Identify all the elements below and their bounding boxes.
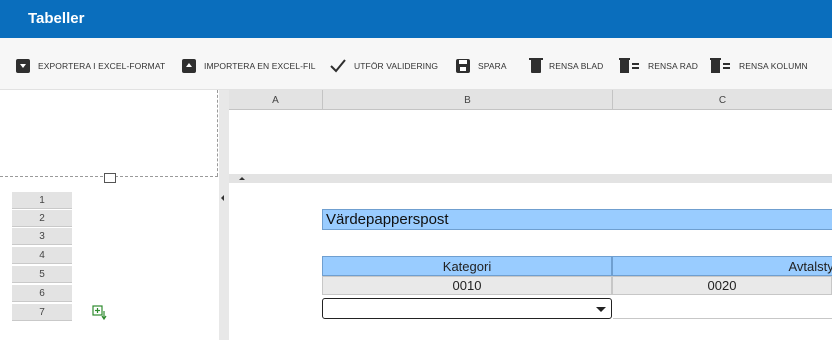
clear-sheet-label: RENSA BLAD <box>549 61 604 71</box>
upload-box-icon <box>182 59 196 73</box>
clear-column-label: RENSA KOLUMN <box>739 61 808 71</box>
column-header-a[interactable]: A <box>229 90 323 110</box>
export-excel-label: EXPORTERA I EXCEL-FORMAT <box>38 61 166 71</box>
row-header-1[interactable]: 1 <box>12 192 72 209</box>
collapse-up-icon[interactable] <box>239 177 245 180</box>
save-label: SPARA <box>478 61 507 71</box>
toolbar: EXPORTERA I EXCEL-FORMAT IMPORTERA EN EX… <box>0 38 832 90</box>
value-cell-kategori[interactable]: 0010 <box>322 276 612 295</box>
section-title-cell[interactable]: Värdepapperspost <box>322 209 832 230</box>
import-excel-label: IMPORTERA EN EXCEL-FIL <box>204 61 316 71</box>
row-header-2[interactable]: 2 <box>12 210 72 227</box>
trash-columns-icon <box>710 58 731 73</box>
row-header-5[interactable]: 5 <box>12 266 72 283</box>
column-header-b[interactable]: B <box>323 90 613 110</box>
trash-rows-icon <box>619 58 640 73</box>
trash-icon <box>529 58 543 73</box>
export-excel-button[interactable]: EXPORTERA I EXCEL-FORMAT <box>16 56 165 76</box>
title-bar: Tabeller <box>0 0 832 38</box>
column-headers: A B C <box>229 90 832 110</box>
chevron-down-icon <box>596 307 606 312</box>
frozen-corner-pane <box>0 90 218 176</box>
row-header-7[interactable]: 7 <box>12 304 72 321</box>
value-cell-avtalstyp[interactable]: 0020 <box>612 276 832 295</box>
floppy-icon <box>456 59 470 73</box>
row-header-3[interactable]: 3 <box>12 228 72 245</box>
clear-column-button[interactable]: RENSA KOLUMN <box>710 56 808 76</box>
category-dropdown[interactable] <box>322 298 612 319</box>
window-title: Tabeller <box>28 10 85 27</box>
download-box-icon <box>16 59 30 73</box>
save-button[interactable]: SPARA <box>456 56 507 76</box>
clear-row-button[interactable]: RENSA RAD <box>619 56 699 76</box>
header-cell-kategori[interactable]: Kategori <box>322 256 612 276</box>
empty-cell-c6[interactable] <box>613 298 832 319</box>
row-header-6[interactable]: 6 <box>12 285 72 302</box>
column-header-c[interactable]: C <box>613 90 832 110</box>
validate-button[interactable]: UTFÖR VALIDERING <box>330 56 438 76</box>
clear-row-label: RENSA RAD <box>648 61 699 71</box>
add-row-icon[interactable] <box>92 305 107 321</box>
header-cell-avtalstyp[interactable]: Avtalstyp <box>612 256 832 276</box>
check-icon <box>330 59 346 73</box>
row-header-4[interactable]: 4 <box>12 247 72 264</box>
collapse-left-icon[interactable] <box>221 195 224 201</box>
import-excel-button[interactable]: IMPORTERA EN EXCEL-FIL <box>182 56 316 76</box>
clear-sheet-button[interactable]: RENSA BLAD <box>529 56 604 76</box>
horizontal-split-bar[interactable] <box>229 174 832 183</box>
validate-label: UTFÖR VALIDERING <box>354 61 439 71</box>
row-freeze-handle[interactable] <box>104 173 116 183</box>
vertical-split-bar[interactable] <box>219 90 229 340</box>
